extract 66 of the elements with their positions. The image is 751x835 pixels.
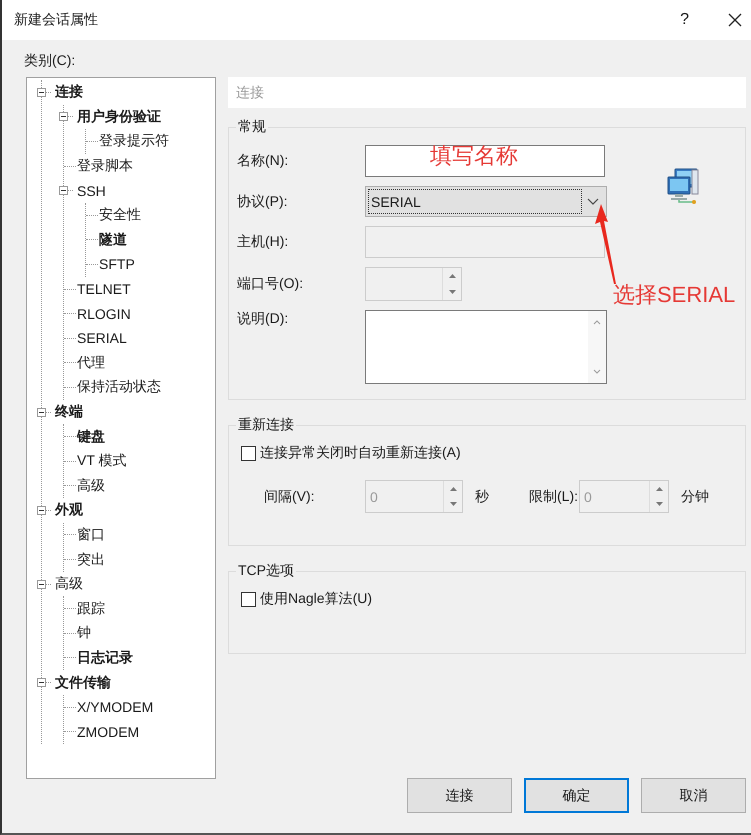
tree-item[interactable]: VT 模式 [76, 451, 128, 472]
tree-item[interactable]: 跟踪 [76, 598, 106, 619]
window-title: 新建会话属性 [14, 11, 99, 29]
tree-item[interactable]: RLOGIN [76, 304, 132, 323]
field-label: 限制(L): [529, 488, 579, 506]
unit-label: 秒 [475, 488, 490, 506]
tree-item[interactable]: TELNET [76, 280, 132, 298]
checkbox-label[interactable]: 使用Nagle算法(U) [260, 590, 372, 608]
tree-item[interactable]: 窗口 [76, 524, 106, 545]
chevron-icon [587, 198, 599, 205]
tree-item[interactable]: 日志记录 [76, 648, 134, 668]
tree-item[interactable]: 用户身份验证 [76, 106, 162, 127]
field-label: 名称(N): [237, 152, 290, 170]
field-label: 协议(P): [237, 192, 289, 210]
tree-item[interactable]: 钟 [76, 623, 92, 644]
field-label: 主机(H): [237, 233, 290, 251]
checkbox[interactable] [241, 592, 256, 606]
tree-item[interactable]: 代理 [76, 352, 106, 373]
field-label: 间隔(V): [264, 488, 316, 506]
tree-item[interactable]: 文件传输 [54, 672, 112, 693]
tree-item[interactable]: SFTP [98, 255, 136, 274]
tree-item[interactable]: SSH [76, 182, 107, 200]
annotation-text: 填写名称 [430, 142, 518, 170]
annotation-text: 选择SERIAL [613, 281, 736, 309]
collapse-icon[interactable] [59, 112, 68, 122]
dialog-button[interactable]: 取消 [641, 778, 746, 813]
tree-item[interactable]: 高级 [54, 574, 84, 594]
collapse-icon[interactable] [37, 580, 46, 589]
collapse-icon[interactable] [37, 506, 46, 515]
input-field[interactable] [365, 145, 605, 177]
checkbox[interactable] [241, 446, 256, 460]
tree-item[interactable]: 隧道 [98, 230, 128, 250]
tree-item[interactable]: ZMODEM [76, 722, 140, 741]
field-label: 说明(D): [237, 310, 290, 328]
collapse-icon[interactable] [37, 408, 46, 417]
collapse-icon[interactable] [59, 186, 68, 196]
scroll-down-icon[interactable] [593, 369, 601, 375]
tree-item[interactable]: 保持活动状态 [76, 377, 162, 398]
collapse-icon[interactable] [37, 678, 46, 688]
protocol-dropdown[interactable]: SERIAL [365, 186, 607, 217]
group-title: 重新连接 [237, 416, 295, 434]
category-label: 类别(C): [24, 51, 76, 70]
text-area[interactable] [365, 310, 607, 384]
checkbox-label[interactable]: 连接异常关闭时自动重新连接(A) [260, 444, 461, 462]
collapse-icon[interactable] [37, 88, 46, 97]
tree-item[interactable]: 连接 [54, 82, 84, 102]
tree-item[interactable]: 外观 [54, 500, 84, 520]
tree-item[interactable]: 突出 [76, 550, 106, 570]
tree-item[interactable]: 键盘 [76, 426, 106, 447]
tree-item[interactable]: X/YMODEM [76, 698, 154, 716]
tree-item[interactable]: 高级 [76, 476, 106, 496]
scroll-up-icon[interactable] [593, 319, 601, 325]
tree-item[interactable]: 终端 [54, 402, 84, 422]
close-icon[interactable] [727, 12, 743, 28]
group-title: TCP选项 [237, 562, 295, 580]
help-button[interactable]: ? [680, 11, 689, 29]
group-title: 常规 [237, 118, 267, 136]
tree-item[interactable]: SERIAL [76, 329, 128, 348]
tree-item[interactable]: 安全性 [98, 205, 142, 226]
dialog-button[interactable]: 连接 [407, 778, 512, 813]
panel-header: 连接 [228, 77, 746, 108]
field-label: 端口号(O): [237, 275, 304, 293]
tree-item[interactable]: 登录脚本 [76, 156, 134, 176]
tree-item[interactable]: 登录提示符 [98, 131, 170, 152]
unit-label: 分钟 [681, 488, 710, 506]
dialog-button[interactable]: 确定 [524, 778, 629, 813]
